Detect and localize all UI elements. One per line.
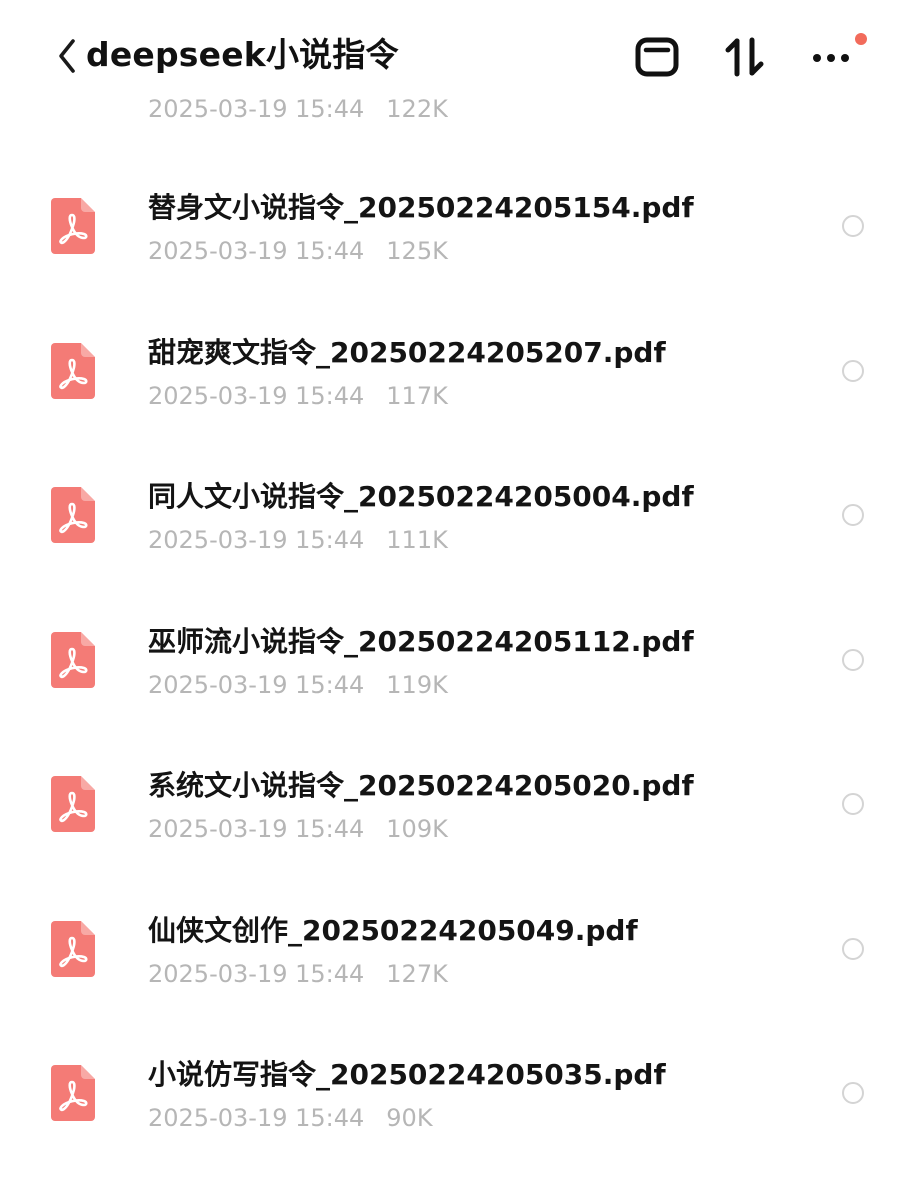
file-size: 117K (386, 381, 448, 410)
file-meta: 2025-03-19 15:44 122K (148, 92, 448, 122)
file-row[interactable]: 巫师流小说指令_20250224205112.pdf 2025-03-19 15… (0, 588, 900, 733)
select-radio[interactable] (842, 215, 864, 237)
select-radio[interactable] (842, 937, 864, 960)
pdf-file-icon (49, 1063, 97, 1123)
sort-arrows-icon (725, 37, 764, 77)
file-meta: 2025-03-19 15:44 109K (148, 812, 448, 846)
more-dots-icon (813, 54, 849, 62)
file-size: 111K (386, 526, 448, 554)
pdf-file-icon (49, 630, 97, 690)
file-size: 90K (386, 1104, 433, 1132)
file-meta: 2025-03-19 15:44 117K (148, 379, 448, 413)
select-radio[interactable] (842, 1082, 864, 1104)
file-size: 109K (386, 815, 448, 843)
file-size: 119K (386, 670, 448, 699)
file-date: 2025-03-19 15:44 (148, 526, 365, 554)
file-size: 125K (386, 237, 448, 265)
page-title: deepseek小说指令 (86, 35, 399, 74)
file-date: 2025-03-19 15:44 (148, 381, 365, 410)
file-date: 2025-03-19 15:44 (148, 959, 365, 988)
file-date: 2025-03-19 15:44 (148, 95, 365, 122)
pdf-file-icon (49, 919, 97, 979)
sort-button[interactable] (722, 34, 768, 80)
more-button[interactable] (808, 34, 854, 80)
file-meta: 2025-03-19 15:44 119K (148, 668, 448, 702)
file-date: 2025-03-19 15:44 (148, 237, 365, 265)
file-meta: 2025-03-19 15:44 90K (148, 1101, 433, 1135)
file-name: 同人文小说指令_20250224205004.pdf (148, 480, 694, 513)
top-bar: deepseek小说指令 (0, 0, 900, 96)
back-button[interactable] (54, 36, 82, 76)
pdf-file-icon (49, 774, 97, 834)
select-radio[interactable] (842, 648, 864, 671)
file-row[interactable]: 同人文小说指令_20250224205004.pdf 2025-03-19 15… (0, 443, 900, 588)
select-radio[interactable] (842, 504, 864, 526)
select-radio[interactable] (842, 359, 864, 382)
file-name: 替身文小说指令_20250224205154.pdf (148, 191, 694, 224)
chevron-left-icon (59, 39, 75, 73)
file-row[interactable]: 仙侠文创作_20250224205049.pdf 2025-03-19 15:4… (0, 877, 900, 1022)
file-date: 2025-03-19 15:44 (148, 815, 365, 843)
window-icon (635, 37, 679, 77)
file-date: 2025-03-19 15:44 (148, 670, 365, 699)
file-row[interactable]: 甜宠爽文指令_20250224205207.pdf 2025-03-19 15:… (0, 299, 900, 444)
file-row[interactable]: 替身文小说指令_20250224205154.pdf 2025-03-19 15… (0, 154, 900, 299)
file-row[interactable]: 系统文小说指令_20250224205020.pdf 2025-03-19 15… (0, 732, 900, 877)
file-name: 系统文小说指令_20250224205020.pdf (148, 769, 694, 802)
file-row[interactable]: 小说仿写指令_20250224205035.pdf 2025-03-19 15:… (0, 1021, 900, 1166)
file-name: 巫师流小说指令_20250224205112.pdf (148, 624, 694, 658)
file-date: 2025-03-19 15:44 (148, 1104, 365, 1132)
file-meta: 2025-03-19 15:44 111K (148, 523, 448, 557)
window-button[interactable] (634, 34, 680, 80)
file-meta: 2025-03-19 15:44 125K (148, 234, 448, 268)
file-name: 仙侠文创作_20250224205049.pdf (148, 913, 638, 947)
select-radio[interactable] (842, 793, 864, 815)
pdf-file-icon (49, 341, 97, 401)
file-meta: 2025-03-19 15:44 127K (148, 957, 448, 991)
pdf-file-icon (49, 485, 97, 545)
file-name: 甜宠爽文指令_20250224205207.pdf (148, 335, 666, 369)
file-name: 小说仿写指令_20250224205035.pdf (148, 1058, 666, 1091)
pdf-file-icon (49, 196, 97, 256)
notification-dot (855, 33, 867, 45)
file-size: 127K (386, 959, 448, 988)
file-list: 替身文小说指令_20250224205154.pdf 2025-03-19 15… (0, 154, 900, 1166)
file-size: 122K (386, 95, 448, 122)
